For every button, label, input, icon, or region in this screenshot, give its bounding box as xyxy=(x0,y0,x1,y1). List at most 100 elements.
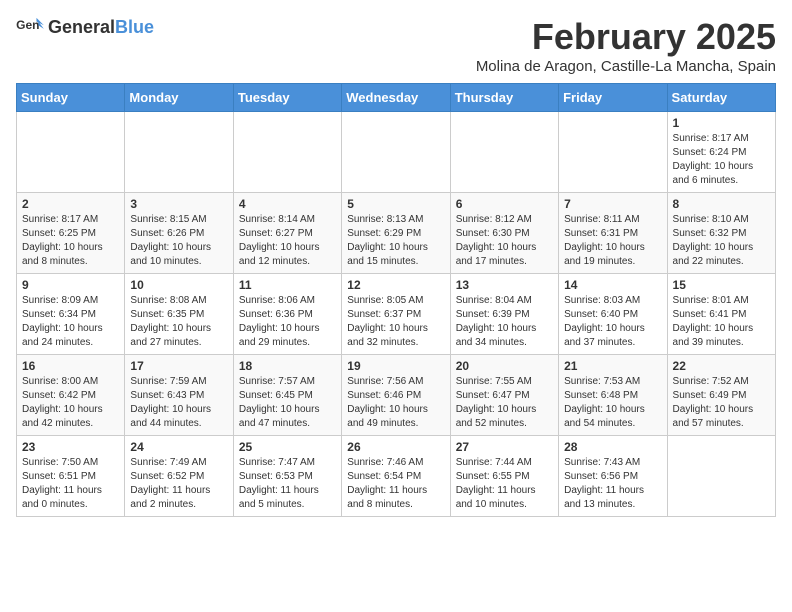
day-number: 7 xyxy=(564,197,661,211)
calendar-cell: 5 Sunrise: 8:13 AM Sunset: 6:29 PM Daylig… xyxy=(342,193,450,274)
day-number: 20 xyxy=(456,359,553,373)
day-number: 22 xyxy=(673,359,770,373)
day-info: Sunrise: 8:14 AM Sunset: 6:27 PM Dayligh… xyxy=(239,213,336,269)
day-number: 1 xyxy=(673,116,770,130)
calendar-week-row: 16 Sunrise: 8:00 AM Sunset: 6:42 PM Dayli… xyxy=(17,355,776,436)
day-number: 6 xyxy=(456,197,553,211)
day-info: Sunrise: 7:57 AM Sunset: 6:45 PM Dayligh… xyxy=(239,375,336,431)
day-info: Sunrise: 7:43 AM Sunset: 6:56 PM Dayligh… xyxy=(564,456,661,512)
day-info: Sunrise: 8:17 AM Sunset: 6:25 PM Dayligh… xyxy=(22,213,119,269)
calendar-week-row: 9 Sunrise: 8:09 AM Sunset: 6:34 PM Daylig… xyxy=(17,274,776,355)
day-number: 24 xyxy=(130,440,227,454)
day-number: 4 xyxy=(239,197,336,211)
calendar-cell: 25 Sunrise: 7:47 AM Sunset: 6:53 PM Dayli… xyxy=(233,436,341,517)
calendar: SundayMondayTuesdayWednesdayThursdayFrid… xyxy=(16,83,776,517)
calendar-cell: 23 Sunrise: 7:50 AM Sunset: 6:51 PM Dayli… xyxy=(17,436,125,517)
day-number: 23 xyxy=(22,440,119,454)
day-number: 11 xyxy=(239,278,336,292)
day-info: Sunrise: 8:01 AM Sunset: 6:41 PM Dayligh… xyxy=(673,294,770,350)
logo-blue: Blue xyxy=(115,17,154,37)
calendar-cell: 12 Sunrise: 8:05 AM Sunset: 6:37 PM Dayli… xyxy=(342,274,450,355)
day-number: 2 xyxy=(22,197,119,211)
calendar-cell: 15Sunrise: 8:01 AM Sunset: 6:41 PM Dayli… xyxy=(667,274,775,355)
day-number: 14 xyxy=(564,278,661,292)
day-info: Sunrise: 7:44 AM Sunset: 6:55 PM Dayligh… xyxy=(456,456,553,512)
calendar-cell xyxy=(559,112,667,193)
calendar-week-row: 2 Sunrise: 8:17 AM Sunset: 6:25 PM Daylig… xyxy=(17,193,776,274)
weekday-header: Tuesday xyxy=(233,84,341,112)
calendar-week-row: 23 Sunrise: 7:50 AM Sunset: 6:51 PM Dayli… xyxy=(17,436,776,517)
calendar-cell: 22 Sunrise: 7:52 AM Sunset: 6:49 PM Dayli… xyxy=(667,355,775,436)
calendar-cell xyxy=(233,112,341,193)
day-info: Sunrise: 8:00 AM Sunset: 6:42 PM Dayligh… xyxy=(22,375,119,431)
calendar-cell: 9 Sunrise: 8:09 AM Sunset: 6:34 PM Daylig… xyxy=(17,274,125,355)
calendar-cell xyxy=(342,112,450,193)
title-area: February 2025 Molina de Aragon, Castille… xyxy=(476,16,776,75)
calendar-cell: 4 Sunrise: 8:14 AM Sunset: 6:27 PM Daylig… xyxy=(233,193,341,274)
day-info: Sunrise: 8:06 AM Sunset: 6:36 PM Dayligh… xyxy=(239,294,336,350)
logo: Gen GeneralBlue xyxy=(16,16,154,40)
calendar-cell: 20 Sunrise: 7:55 AM Sunset: 6:47 PM Dayli… xyxy=(450,355,558,436)
calendar-cell: 2 Sunrise: 8:17 AM Sunset: 6:25 PM Daylig… xyxy=(17,193,125,274)
calendar-header-row: SundayMondayTuesdayWednesdayThursdayFrid… xyxy=(17,84,776,112)
calendar-cell: 24Sunrise: 7:49 AM Sunset: 6:52 PM Dayli… xyxy=(125,436,233,517)
calendar-cell xyxy=(667,436,775,517)
day-number: 27 xyxy=(456,440,553,454)
calendar-cell: 7 Sunrise: 8:11 AM Sunset: 6:31 PM Daylig… xyxy=(559,193,667,274)
day-number: 12 xyxy=(347,278,444,292)
day-info: Sunrise: 7:52 AM Sunset: 6:49 PM Dayligh… xyxy=(673,375,770,431)
calendar-cell: 17 Sunrise: 7:59 AM Sunset: 6:43 PM Dayli… xyxy=(125,355,233,436)
day-info: Sunrise: 7:50 AM Sunset: 6:51 PM Dayligh… xyxy=(22,456,119,512)
location-title: Molina de Aragon, Castille-La Mancha, Sp… xyxy=(476,58,776,75)
day-info: Sunrise: 8:17 AM Sunset: 6:24 PM Dayligh… xyxy=(673,132,770,188)
day-number: 10 xyxy=(130,278,227,292)
day-info: Sunrise: 8:15 AM Sunset: 6:26 PM Dayligh… xyxy=(130,213,227,269)
day-info: Sunrise: 8:03 AM Sunset: 6:40 PM Dayligh… xyxy=(564,294,661,350)
calendar-cell: 27 Sunrise: 7:44 AM Sunset: 6:55 PM Dayli… xyxy=(450,436,558,517)
weekday-header: Sunday xyxy=(17,84,125,112)
calendar-cell: 26Sunrise: 7:46 AM Sunset: 6:54 PM Dayli… xyxy=(342,436,450,517)
day-number: 13 xyxy=(456,278,553,292)
calendar-cell: 14 Sunrise: 8:03 AM Sunset: 6:40 PM Dayli… xyxy=(559,274,667,355)
calendar-cell: 8 Sunrise: 8:10 AM Sunset: 6:32 PM Daylig… xyxy=(667,193,775,274)
day-info: Sunrise: 8:05 AM Sunset: 6:37 PM Dayligh… xyxy=(347,294,444,350)
calendar-cell xyxy=(125,112,233,193)
day-number: 9 xyxy=(22,278,119,292)
day-number: 28 xyxy=(564,440,661,454)
weekday-header: Monday xyxy=(125,84,233,112)
day-info: Sunrise: 8:09 AM Sunset: 6:34 PM Dayligh… xyxy=(22,294,119,350)
calendar-cell: 28 Sunrise: 7:43 AM Sunset: 6:56 PM Dayli… xyxy=(559,436,667,517)
day-info: Sunrise: 8:04 AM Sunset: 6:39 PM Dayligh… xyxy=(456,294,553,350)
calendar-cell: 3 Sunrise: 8:15 AM Sunset: 6:26 PM Daylig… xyxy=(125,193,233,274)
weekday-header: Friday xyxy=(559,84,667,112)
day-number: 25 xyxy=(239,440,336,454)
day-info: Sunrise: 8:10 AM Sunset: 6:32 PM Dayligh… xyxy=(673,213,770,269)
day-info: Sunrise: 8:12 AM Sunset: 6:30 PM Dayligh… xyxy=(456,213,553,269)
calendar-cell: 16 Sunrise: 8:00 AM Sunset: 6:42 PM Dayli… xyxy=(17,355,125,436)
day-number: 8 xyxy=(673,197,770,211)
day-info: Sunrise: 7:53 AM Sunset: 6:48 PM Dayligh… xyxy=(564,375,661,431)
calendar-cell xyxy=(17,112,125,193)
day-info: Sunrise: 7:59 AM Sunset: 6:43 PM Dayligh… xyxy=(130,375,227,431)
weekday-header: Saturday xyxy=(667,84,775,112)
day-number: 16 xyxy=(22,359,119,373)
day-info: Sunrise: 8:11 AM Sunset: 6:31 PM Dayligh… xyxy=(564,213,661,269)
logo-general: GeneralBlue xyxy=(48,18,154,38)
calendar-cell: 13 Sunrise: 8:04 AM Sunset: 6:39 PM Dayli… xyxy=(450,274,558,355)
weekday-header: Thursday xyxy=(450,84,558,112)
day-info: Sunrise: 8:13 AM Sunset: 6:29 PM Dayligh… xyxy=(347,213,444,269)
day-info: Sunrise: 7:55 AM Sunset: 6:47 PM Dayligh… xyxy=(456,375,553,431)
day-info: Sunrise: 7:46 AM Sunset: 6:54 PM Dayligh… xyxy=(347,456,444,512)
day-number: 17 xyxy=(130,359,227,373)
calendar-cell: 10Sunrise: 8:08 AM Sunset: 6:35 PM Dayli… xyxy=(125,274,233,355)
calendar-cell: 18Sunrise: 7:57 AM Sunset: 6:45 PM Dayli… xyxy=(233,355,341,436)
calendar-cell: 11 Sunrise: 8:06 AM Sunset: 6:36 PM Dayli… xyxy=(233,274,341,355)
day-number: 3 xyxy=(130,197,227,211)
svg-text:Gen: Gen xyxy=(16,18,39,32)
calendar-cell: 6 Sunrise: 8:12 AM Sunset: 6:30 PM Daylig… xyxy=(450,193,558,274)
day-number: 5 xyxy=(347,197,444,211)
day-info: Sunrise: 7:56 AM Sunset: 6:46 PM Dayligh… xyxy=(347,375,444,431)
calendar-cell: 1 Sunrise: 8:17 AM Sunset: 6:24 PM Daylig… xyxy=(667,112,775,193)
calendar-cell xyxy=(450,112,558,193)
day-info: Sunrise: 7:47 AM Sunset: 6:53 PM Dayligh… xyxy=(239,456,336,512)
